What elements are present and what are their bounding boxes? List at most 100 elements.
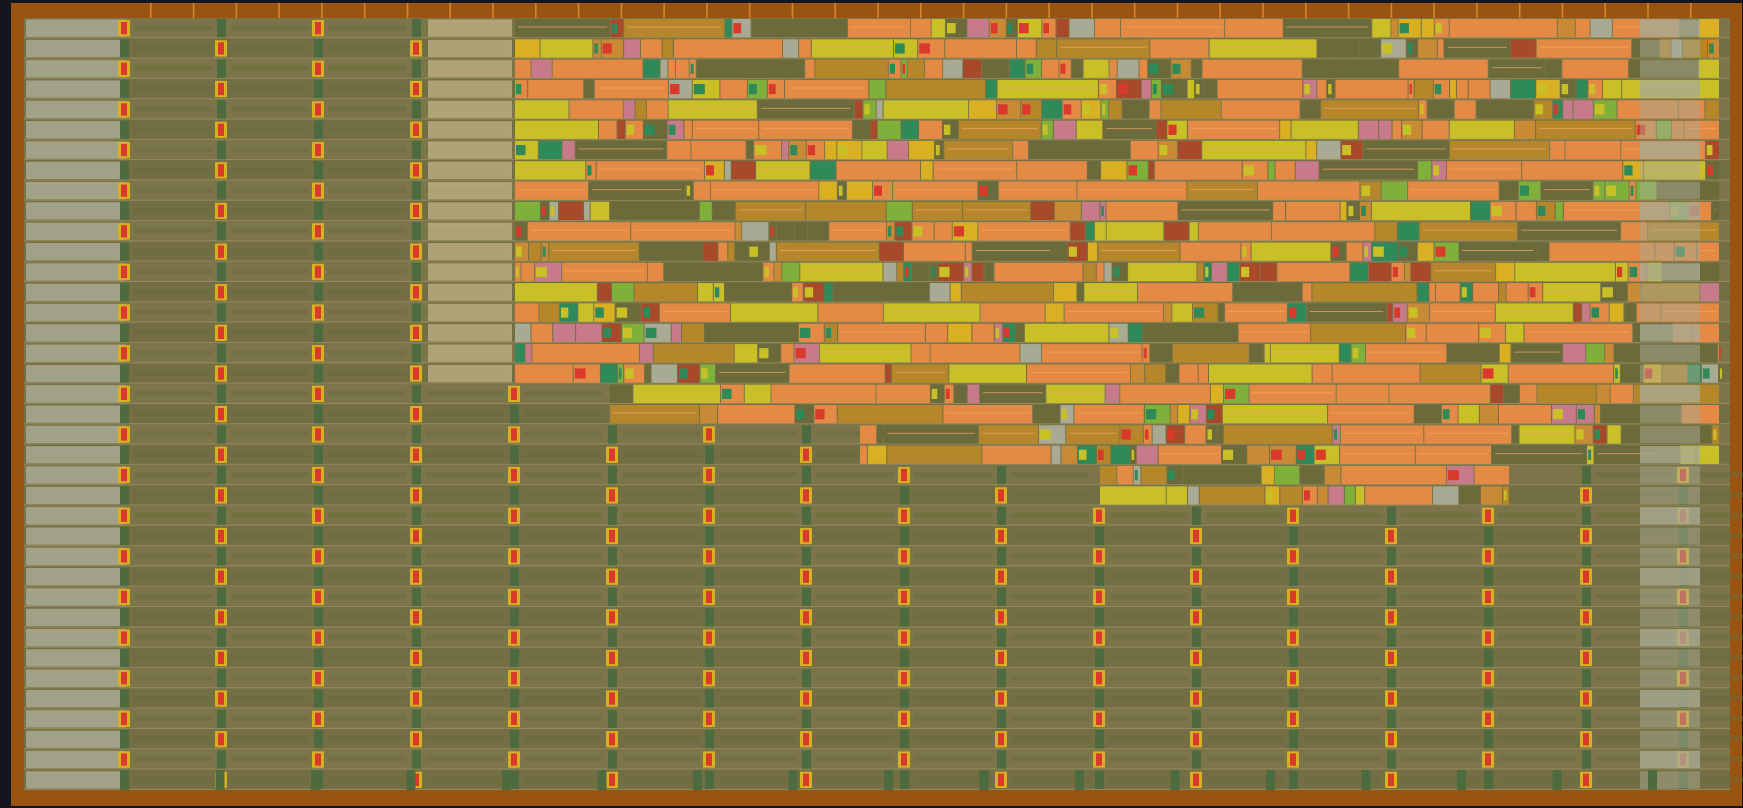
cell-detail xyxy=(1435,23,1442,34)
flop-cell xyxy=(994,262,1083,282)
std-cell-band xyxy=(816,553,894,559)
std-cell-band xyxy=(1011,614,1089,620)
filler-cell xyxy=(26,771,126,789)
tap-cell xyxy=(314,486,323,505)
cell-detail xyxy=(1594,185,1600,196)
logic-cell xyxy=(1164,303,1172,322)
std-cell-band xyxy=(134,208,212,214)
decap-core xyxy=(315,509,321,522)
cell-pin-stripe xyxy=(762,128,849,130)
logic-cell xyxy=(860,445,867,464)
std-cell-band xyxy=(1011,715,1089,721)
filler-cell xyxy=(428,263,512,281)
tap-cell xyxy=(412,669,421,688)
flop-cell xyxy=(1098,242,1180,261)
decap-core xyxy=(511,550,517,563)
flop-cell xyxy=(757,100,854,119)
tap-cell xyxy=(412,181,421,200)
std-cell-band xyxy=(1693,472,1743,478)
cell-detail xyxy=(807,145,816,156)
flop-cell xyxy=(1712,201,1719,221)
flop-cell xyxy=(1449,140,1550,160)
filler-cell xyxy=(1640,60,1700,78)
logic-cell xyxy=(1179,364,1198,383)
logic-cell xyxy=(1150,344,1172,363)
logic-cell xyxy=(1164,222,1189,241)
filler-cell xyxy=(26,588,126,606)
decap-core xyxy=(315,347,321,360)
filler-cell xyxy=(1640,649,1700,667)
flop-cell xyxy=(532,344,639,363)
std-cell-band xyxy=(328,390,406,396)
std-cell-band xyxy=(1498,654,1576,660)
logic-cell xyxy=(1459,486,1481,505)
cell-pin-stripe xyxy=(1181,209,1270,211)
tap-cell xyxy=(1582,750,1591,769)
std-cell-band xyxy=(816,675,894,681)
logic-cell xyxy=(1411,262,1431,282)
cell-pin-stripe xyxy=(597,87,665,89)
decap-core xyxy=(1096,509,1102,522)
std-cell-band xyxy=(524,573,602,579)
tap-cell xyxy=(705,648,714,668)
tap-cell xyxy=(120,445,129,464)
decap-core xyxy=(413,204,419,218)
cell-pin-stripe xyxy=(1030,371,1128,373)
std-cell-band xyxy=(134,45,212,51)
std-cell-band xyxy=(914,654,992,660)
filler-cell xyxy=(1640,161,1700,179)
cell-pin-stripe xyxy=(1225,412,1325,414)
flop-cell xyxy=(515,364,573,383)
cell-detail xyxy=(1520,185,1529,196)
tap-cell xyxy=(1192,506,1201,525)
logic-cell xyxy=(1358,120,1379,139)
logic-cell xyxy=(671,323,681,342)
std-cell-band xyxy=(231,573,309,579)
logic-cell xyxy=(1130,140,1158,160)
flop-cell xyxy=(1183,465,1261,485)
logic-cell xyxy=(1360,39,1380,58)
flop-cell xyxy=(789,364,885,383)
cell-detail xyxy=(1117,84,1128,95)
logic-cell xyxy=(1122,100,1149,119)
filler-cell xyxy=(26,60,126,78)
cell-detail xyxy=(1040,429,1051,440)
std-cell-band xyxy=(328,614,406,620)
decap-core xyxy=(609,651,615,665)
logic-cell xyxy=(725,19,732,38)
flop-cell xyxy=(1537,384,1596,403)
logic-cell xyxy=(982,59,1009,78)
flop-cell xyxy=(1420,364,1481,383)
logic-cell xyxy=(1481,486,1502,505)
logic-cell xyxy=(860,425,877,444)
flop-cell xyxy=(1312,283,1417,302)
std-cell-band xyxy=(134,553,212,559)
flop-cell xyxy=(912,201,963,221)
cell-detail xyxy=(953,226,964,237)
cell-pin-stripe xyxy=(760,107,851,109)
cell-pin-stripe xyxy=(1546,290,1598,292)
std-cell-band xyxy=(1011,472,1089,478)
tap-cell xyxy=(120,39,129,58)
std-cell-band xyxy=(231,634,309,640)
tap-cell xyxy=(1582,506,1591,525)
logic-cell xyxy=(1511,79,1536,99)
logic-cell xyxy=(948,323,972,342)
cell-detail xyxy=(759,348,769,359)
flop-cell xyxy=(980,384,1046,403)
decap-core xyxy=(121,306,127,319)
decap-core xyxy=(121,428,127,441)
logic-cell xyxy=(1344,486,1355,505)
decap-core xyxy=(121,631,127,644)
filler-cell xyxy=(26,344,126,362)
std-cell-band xyxy=(1011,675,1089,681)
chip-layout-view[interactable] xyxy=(0,0,1743,808)
logic-cell xyxy=(1145,364,1166,383)
decap-core xyxy=(315,590,321,604)
std-cell-band xyxy=(231,65,309,71)
cell-pin-stripe xyxy=(738,209,803,211)
logic-cell xyxy=(972,323,994,342)
tap-cell xyxy=(412,19,421,38)
filler-cell xyxy=(1640,466,1700,484)
power-rail xyxy=(24,748,1730,750)
